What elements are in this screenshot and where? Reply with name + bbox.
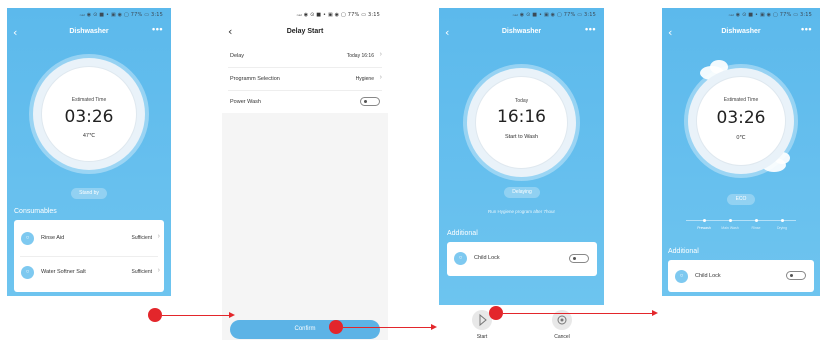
screen-title: Dishwasher (721, 28, 761, 35)
settings-label: Delay (230, 53, 245, 59)
ring-temperature: 0℃ (736, 135, 746, 141)
start-label: Start (476, 334, 488, 340)
list-item-rinse-aid[interactable]: ○ Rinse Aid Sufficient › (14, 222, 164, 256)
child-lock-toggle[interactable] (569, 254, 589, 263)
flow-arrow-head (229, 312, 235, 318)
flow-marker (148, 308, 162, 322)
ring-time: 03:26 (716, 108, 766, 128)
screen-delay-start: ₙₐₗ ◉ ⊙ ■ • ▣ ◉ ▢ 77% ▭ 3:15 ‹ Delay Sta… (222, 8, 388, 340)
more-icon[interactable]: ••• (801, 24, 812, 34)
stage-dot (755, 219, 758, 222)
section-additional: Additional (447, 230, 478, 237)
stage-label: Drying (776, 226, 788, 230)
ring-temperature: 47℃ (82, 133, 96, 139)
screen-title: Delay Start (286, 28, 324, 35)
status-bar: ₙₐₗ ◉ ⊙ ■ • ▣ ◉ ▢ 77% ▭ 3:15 (728, 12, 812, 18)
wash-stage-indicator: Prewash Main Wash Rinse Drying (674, 218, 808, 238)
settings-value: Hygiene (355, 76, 374, 82)
screen-title: Dishwasher (501, 28, 542, 35)
program-pill: ECO (727, 194, 755, 205)
flow-arrow-line (162, 315, 230, 316)
content-background (222, 111, 388, 340)
stage-label: Main Wash (721, 226, 739, 230)
ring-time: 16:16 (497, 107, 546, 127)
stage-dot (729, 219, 732, 222)
screen-eco: ₙₐₗ ◉ ⊙ ■ • ▣ ◉ ▢ 77% ▭ 3:15 ‹ Dishwashe… (662, 8, 820, 296)
flow-marker (489, 306, 503, 320)
time-dial: Estimated Time 03:26 0℃ (688, 68, 794, 174)
status-bar: ₙₐₗ ◉ ⊙ ■ • ▣ ◉ ▢ 77% ▭ 3:15 (296, 12, 380, 18)
chevron-right-icon: › (379, 74, 382, 81)
row-label: Water Softner Salt (41, 269, 86, 275)
delay-row[interactable]: Delay Today 16:16 › (222, 45, 388, 67)
section-consumables: Consumables (14, 208, 57, 215)
status-bar: ₙₐₗ ◉ ⊙ ■ • ▣ ◉ ▢ 77% ▭ 3:15 (512, 12, 596, 18)
settings-label: Power Wash (230, 99, 261, 105)
child-lock-row: ○ Child Lock (668, 260, 814, 294)
additional-card: ○ Child Lock (447, 242, 597, 276)
row-label: Child Lock (474, 255, 500, 261)
rinse-aid-icon: ○ (21, 232, 34, 245)
stage-dot (703, 219, 706, 222)
screen-standby: ₙₐₗ ◉ ⊙ ■ • ▣ ◉ ▢ 77% ▭ 3:15 ‹ Dishwashe… (7, 8, 171, 296)
power-wash-row: Power Wash (222, 91, 388, 113)
ring-label: Estimated Time (71, 97, 107, 103)
ring-label: Today (514, 98, 529, 104)
list-item-softener-salt[interactable]: ○ Water Softner Salt Sufficient › (14, 256, 164, 290)
row-label: Child Lock (695, 273, 721, 279)
chevron-right-icon: › (157, 267, 160, 274)
ring-subtitle: Start to Wash (504, 134, 539, 140)
settings-value: Today 16:16 (346, 53, 374, 59)
chevron-right-icon: › (157, 233, 160, 240)
time-dial: Estimated Time 03:26 47℃ (33, 58, 145, 170)
flow-arrow-head (652, 310, 658, 316)
power-wash-toggle[interactable] (360, 97, 380, 106)
status-pill: Delaying (504, 187, 540, 198)
row-label: Rinse Aid (41, 235, 65, 241)
lock-icon: ○ (675, 270, 688, 283)
ring-time: 03:26 (64, 107, 114, 127)
flow-arrow-line (343, 327, 432, 328)
stage-label: Prewash (697, 226, 711, 230)
additional-card: ○ Child Lock (668, 260, 814, 292)
flow-arrow-head (431, 324, 437, 330)
flow-arrow-line (503, 313, 653, 314)
child-lock-row: ○ Child Lock (447, 242, 597, 276)
row-value: Sufficient (131, 235, 152, 241)
more-icon[interactable]: ••• (585, 24, 596, 34)
chevron-right-icon: › (379, 51, 382, 58)
row-value: Sufficient (131, 269, 152, 275)
settings-label: Programm Selection (230, 76, 280, 82)
flow-marker (329, 320, 343, 334)
lock-icon: ○ (454, 252, 467, 265)
consumables-card: ○ Rinse Aid Sufficient › ○ Water Softner… (14, 220, 164, 292)
status-bar: ₙₐₗ ◉ ⊙ ■ • ▣ ◉ ▢ 77% ▭ 3:15 (79, 12, 163, 18)
program-selection-row[interactable]: Programm Selection Hygiene › (222, 68, 388, 90)
section-additional: Additional (668, 248, 699, 255)
cancel-control[interactable]: Cancel (550, 310, 574, 340)
status-pill: Stand by (71, 188, 107, 199)
time-dial: Today 16:16 Start to Wash (467, 68, 576, 177)
stage-dot (781, 219, 784, 222)
screen-delaying: ₙₐₗ ◉ ⊙ ■ • ▣ ◉ ▢ 77% ▭ 3:15 ‹ Dishwashe… (439, 8, 604, 305)
salt-icon: ○ (21, 266, 34, 279)
child-lock-toggle[interactable] (786, 271, 806, 280)
ring-label: Estimated Time (723, 97, 759, 103)
stage-label: Rinse (751, 226, 761, 230)
screen-title: Dishwasher (69, 28, 109, 35)
more-icon[interactable]: ••• (152, 24, 163, 34)
cancel-label: Cancel (554, 334, 570, 340)
delay-note: Run Hygiene program after 7hour (487, 209, 556, 214)
confirm-button[interactable]: Confirm (230, 320, 380, 339)
